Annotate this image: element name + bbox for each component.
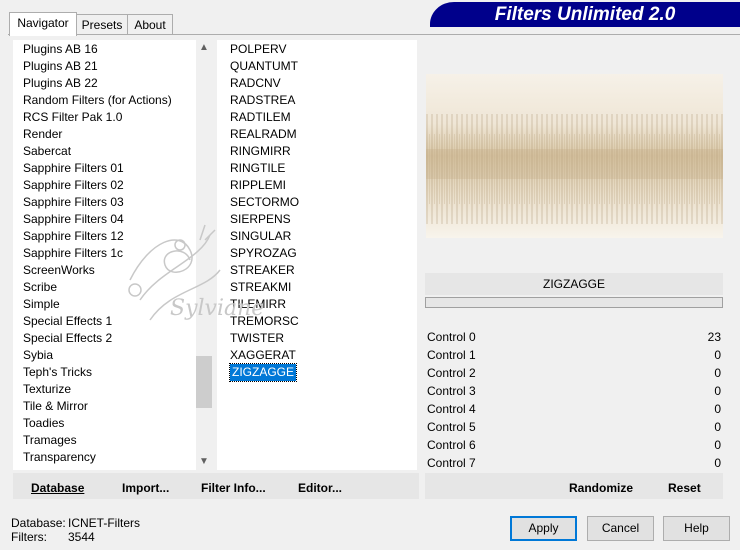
control-label: Control 1 (427, 348, 476, 362)
category-item[interactable]: Plugins AB 21 (23, 58, 172, 75)
database-button[interactable]: Database (31, 481, 84, 495)
control-row[interactable]: Control 0 23 (427, 328, 723, 346)
filter-progress-bar (425, 297, 723, 308)
editor-button[interactable]: Editor... (298, 481, 342, 495)
import-button[interactable]: Import... (122, 481, 169, 495)
control-row[interactable]: Control 1 0 (427, 346, 723, 364)
control-value[interactable]: 0 (714, 364, 721, 382)
category-item[interactable]: Random Filters (for Actions) (23, 92, 172, 109)
tab-divider (8, 34, 740, 35)
control-row[interactable]: Control 3 0 (427, 382, 723, 400)
control-value[interactable]: 0 (714, 418, 721, 436)
control-label: Control 3 (427, 384, 476, 398)
filter-item[interactable]: RINGTILE (227, 160, 299, 177)
control-row[interactable]: Control 4 0 (427, 400, 723, 418)
category-item[interactable]: Texturize (23, 381, 172, 398)
control-value[interactable]: 23 (708, 328, 721, 346)
cancel-button[interactable]: Cancel (587, 516, 654, 541)
filter-item[interactable]: ZIGZAGGE (227, 363, 299, 382)
category-item[interactable]: Tile & Mirror (23, 398, 172, 415)
help-button[interactable]: Help (663, 516, 730, 541)
watermark-flourish: Sylviane (128, 224, 264, 321)
randomize-button[interactable]: Randomize (569, 481, 633, 495)
category-item[interactable]: Plugins AB 22 (23, 75, 172, 92)
category-item[interactable]: Plugins AB 16 (23, 41, 172, 58)
filter-item[interactable]: RINGMIRR (227, 143, 299, 160)
tab-navigator[interactable]: Navigator (9, 12, 77, 36)
chevron-up-icon[interactable]: ▲ (196, 40, 212, 56)
control-row[interactable]: Control 5 0 (427, 418, 723, 436)
control-label: Control 7 (427, 456, 476, 470)
filter-preview-image (426, 74, 723, 238)
category-item[interactable]: Tramages (23, 432, 172, 449)
control-value[interactable]: 0 (714, 454, 721, 472)
filter-item[interactable]: REALRADM (227, 126, 299, 143)
filter-item-selected[interactable]: ZIGZAGGE (228, 363, 298, 382)
watermark-text: Sylviane (170, 296, 264, 321)
filter-info-button[interactable]: Filter Info... (201, 481, 266, 495)
category-item[interactable]: Teph's Tricks (23, 364, 172, 381)
filter-item[interactable]: RADCNV (227, 75, 299, 92)
category-item[interactable]: RCS Filter Pak 1.0 (23, 109, 172, 126)
category-item[interactable]: Sapphire Filters 03 (23, 194, 172, 211)
filter-item[interactable]: POLPERV (227, 41, 299, 58)
filter-item[interactable]: RADSTREA (227, 92, 299, 109)
database-status-label: Database: (11, 516, 66, 530)
category-item[interactable]: Sapphire Filters 02 (23, 177, 172, 194)
filter-name-display: ZIGZAGGE (425, 273, 723, 295)
control-row[interactable]: Control 6 0 (427, 436, 723, 454)
control-label: Control 2 (427, 366, 476, 380)
tab-presets[interactable]: Presets (76, 14, 128, 35)
filters-count-value: 3544 (68, 530, 95, 544)
app-title: Filters Unlimited 2.0 (494, 4, 676, 25)
chevron-down-icon[interactable]: ▼ (196, 454, 212, 470)
control-label: Control 4 (427, 402, 476, 416)
filter-name-label: ZIGZAGGE (542, 277, 605, 291)
filter-item[interactable]: QUANTUMT (227, 58, 299, 75)
category-item[interactable]: Render (23, 126, 172, 143)
control-row[interactable]: Control 7 0 (427, 454, 723, 472)
control-value[interactable]: 0 (714, 346, 721, 364)
control-row[interactable]: Control 2 0 (427, 364, 723, 382)
reset-button[interactable]: Reset (668, 481, 701, 495)
apply-button[interactable]: Apply (510, 516, 577, 541)
filter-item[interactable]: RIPPLEMI (227, 177, 299, 194)
filters-count-label: Filters: (11, 530, 47, 544)
control-value[interactable]: 0 (714, 436, 721, 454)
control-value[interactable]: 0 (714, 382, 721, 400)
category-item[interactable]: Transparency (23, 449, 172, 466)
filter-item[interactable]: RADTILEM (227, 109, 299, 126)
category-item[interactable]: Sabercat (23, 143, 172, 160)
control-label: Control 6 (427, 438, 476, 452)
database-status-value: ICNET-Filters (68, 516, 140, 530)
control-label: Control 0 (427, 330, 476, 344)
category-item[interactable]: Sapphire Filters 01 (23, 160, 172, 177)
preview-area (420, 40, 730, 272)
control-value[interactable]: 0 (714, 400, 721, 418)
filter-item[interactable]: SECTORMO (227, 194, 299, 211)
scrollbar-thumb[interactable] (196, 356, 212, 408)
app-title-banner: Filters Unlimited 2.0 (430, 2, 740, 27)
category-item[interactable]: Toadies (23, 415, 172, 432)
tab-about[interactable]: About (127, 14, 173, 35)
control-label: Control 5 (427, 420, 476, 434)
